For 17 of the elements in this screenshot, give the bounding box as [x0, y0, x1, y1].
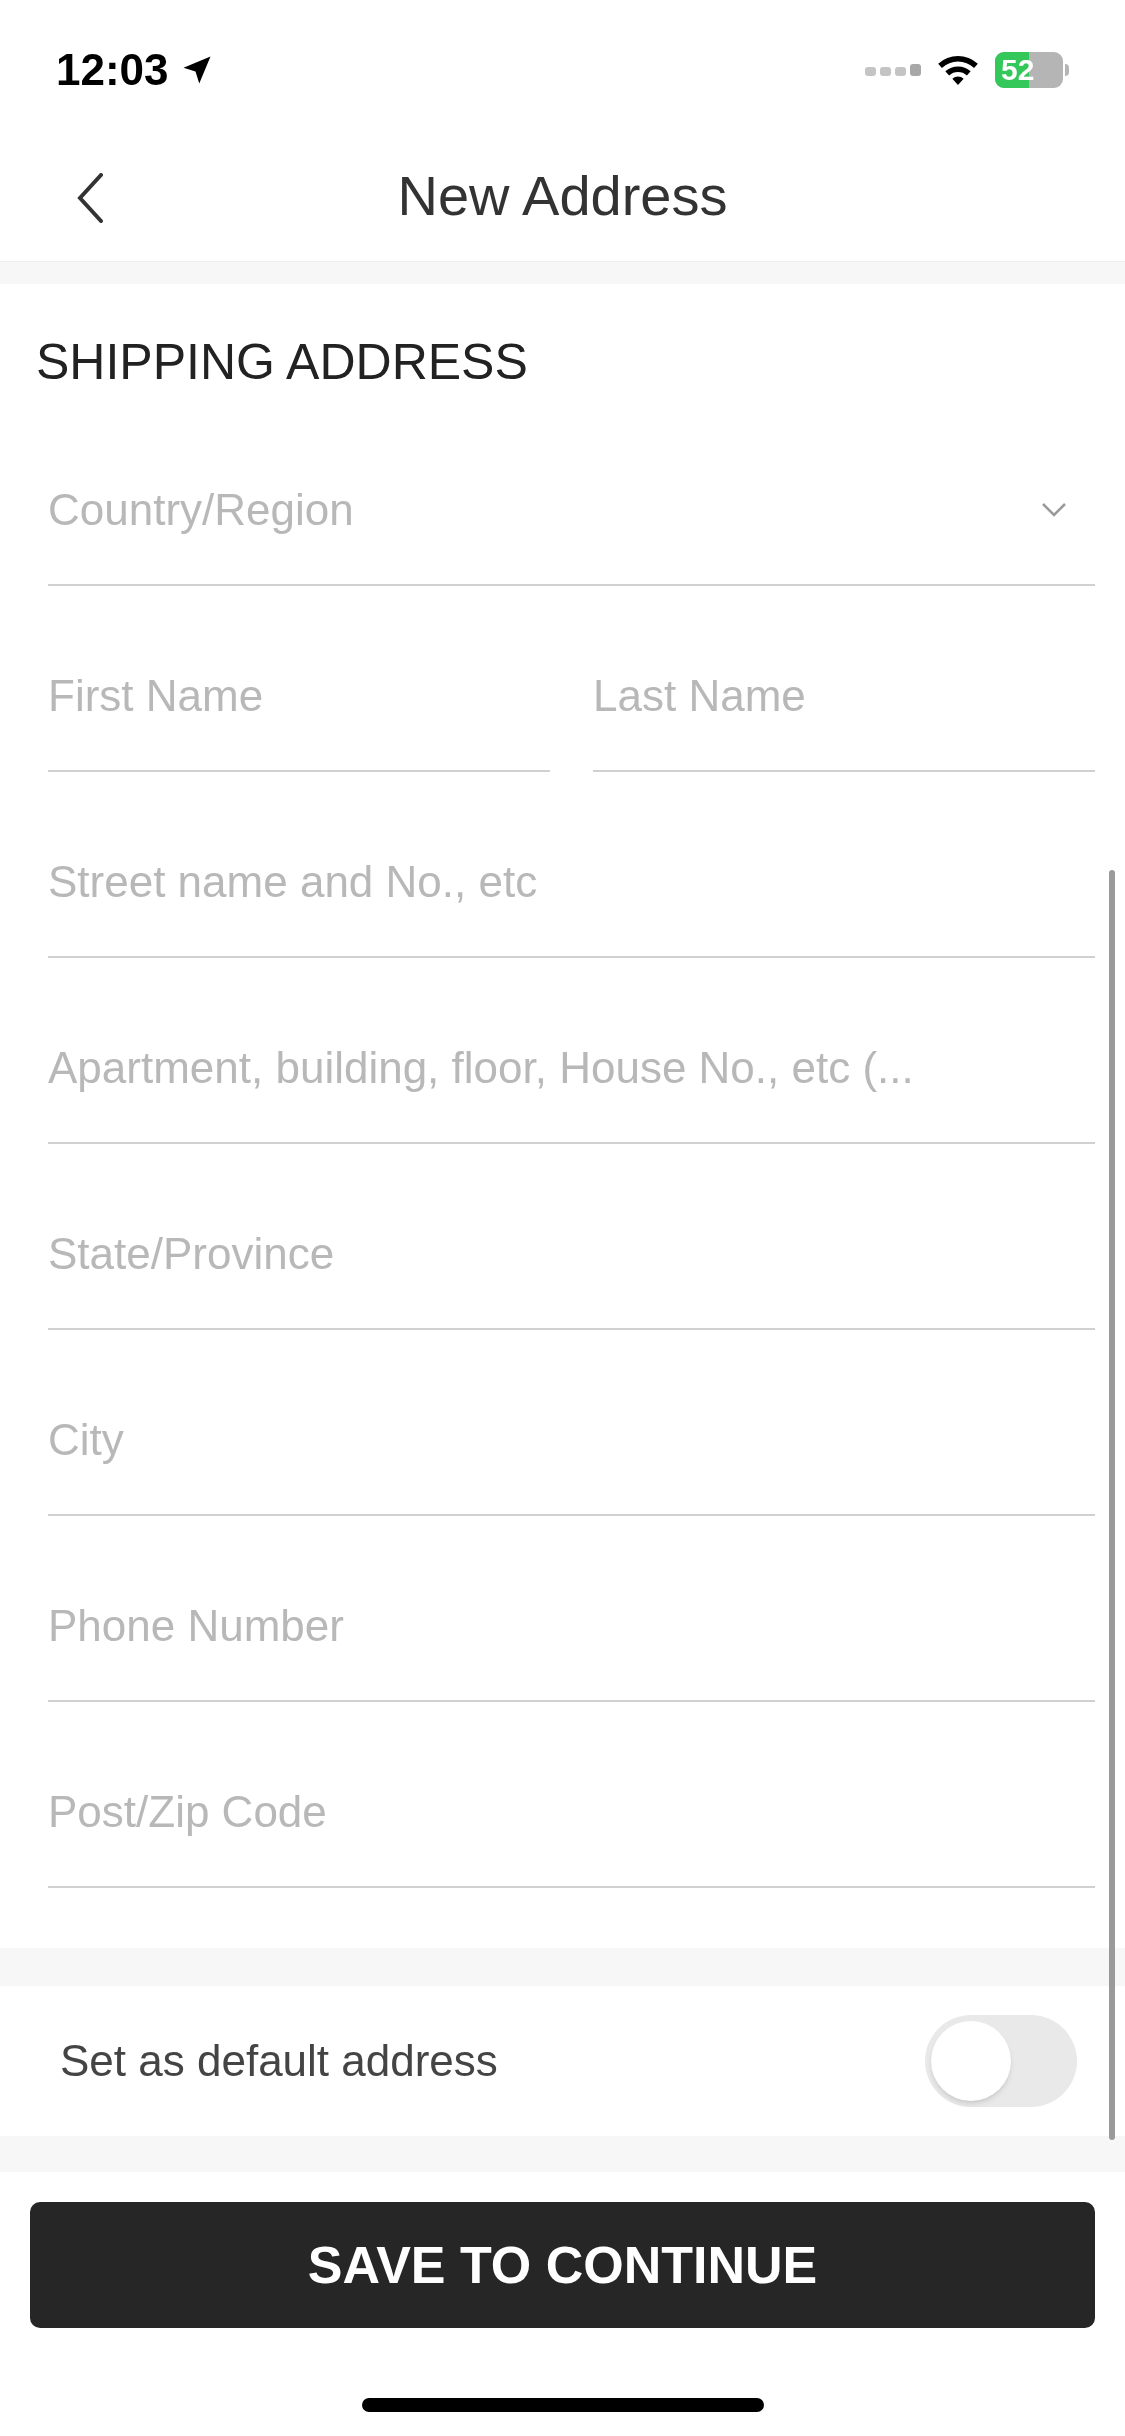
input-field[interactable]: First Name	[48, 642, 550, 772]
input-field[interactable]: Street name and No., etc	[48, 828, 1095, 958]
select-placeholder: Country/Region	[48, 484, 354, 536]
chevron-down-icon	[1041, 502, 1067, 518]
input-field[interactable]: Phone Number	[48, 1572, 1095, 1702]
back-icon	[77, 173, 103, 223]
input-field[interactable]: Last Name	[593, 642, 1095, 772]
input-field[interactable]: State/Province	[48, 1200, 1095, 1330]
save-button[interactable]: SAVE TO CONTINUE	[30, 2202, 1095, 2328]
page-title: New Address	[397, 162, 728, 229]
status-time: 12:03	[56, 44, 169, 96]
input-field[interactable]: Apartment, building, floor, House No., etc (...	[48, 1014, 1095, 1144]
default-address-label: Set as default address	[60, 2035, 498, 2087]
section-title: SHIPPING ADDRESS	[36, 333, 528, 392]
signal-icon	[865, 63, 921, 77]
input-field[interactable]: City	[48, 1386, 1095, 1516]
input-field[interactable]: Post/Zip Code	[48, 1758, 1095, 1888]
